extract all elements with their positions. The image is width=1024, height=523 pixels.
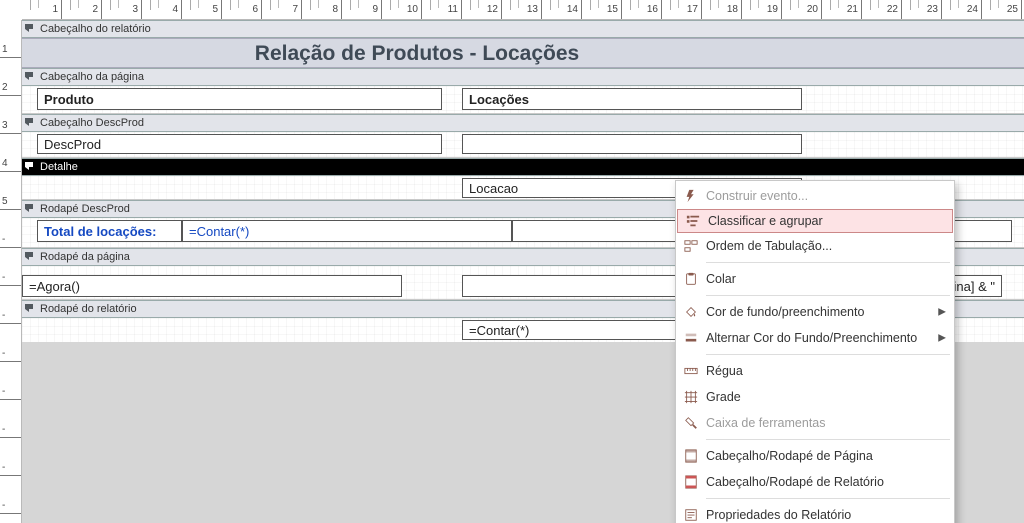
lightning-icon [676,189,706,203]
menu-ruler[interactable]: Régua [676,358,954,384]
paste-icon [676,272,706,286]
section-label: Rodapé da página [40,251,130,263]
section-marker-icon [24,251,36,263]
alt-bucket-icon [676,331,706,345]
submenu-arrow-icon: ▶ [938,333,946,344]
menu-alt-fill-color[interactable]: Alternar Cor do Fundo/Preenchimento ▶ [676,325,954,351]
ruler-icon [676,364,706,378]
report-hf-icon [676,475,706,489]
textbox-now[interactable]: =Agora() [22,275,402,297]
section-bar-detail[interactable]: Detalhe [22,158,1024,176]
section-label: Rodapé DescProd [40,203,130,215]
section-marker-icon [24,71,36,83]
menu-report-properties[interactable]: Propriedades do Relatório [676,502,954,523]
vertical-ruler[interactable]: 12345-------- [0,20,22,523]
submenu-arrow-icon: ▶ [938,307,946,318]
menu-item-label: Cabeçalho/Rodapé de Relatório [706,475,884,489]
menu-paste[interactable]: Colar [676,266,954,292]
section-bar-page-header[interactable]: Cabeçalho da página [22,68,1024,86]
section-label: Detalhe [40,161,78,173]
section-marker-icon [24,117,36,129]
menu-page-header-footer[interactable]: Cabeçalho/Rodapé de Página [676,443,954,469]
menu-build-event: Construir evento... [676,183,954,209]
label-product[interactable]: Produto [37,88,442,110]
menu-fill-color[interactable]: Cor de fundo/preenchimento ▶ [676,299,954,325]
menu-tab-order[interactable]: Ordem de Tabulação... [676,233,954,259]
menu-item-label: Ordem de Tabulação... [706,239,832,253]
section-label: Cabeçalho do relatório [40,23,151,35]
section-marker-icon [24,161,36,173]
horizontal-ruler[interactable]: 1234567891011121314151617181920212223242… [22,0,1024,20]
section-bar-group-header[interactable]: Cabeçalho DescProd [22,114,1024,132]
grid-icon [676,390,706,404]
section-marker-icon [24,23,36,35]
section-marker-icon [24,203,36,215]
section-label: Cabeçalho da página [40,71,144,83]
menu-grid[interactable]: Grade [676,384,954,410]
menu-item-label: Alternar Cor do Fundo/Preenchimento [706,331,917,345]
section-bar-report-header[interactable]: Cabeçalho do relatório [22,20,1024,38]
menu-toolbox: Caixa de ferramentas [676,410,954,436]
toolbox-icon [676,416,706,430]
menu-item-label: Caixa de ferramentas [706,416,826,430]
label-total-locacoes[interactable]: Total de locações: [37,220,182,242]
section-marker-icon [24,303,36,315]
section-label: Rodapé do relatório [40,303,137,315]
menu-item-label: Classificar e agrupar [708,214,823,228]
section-label: Cabeçalho DescProd [40,117,144,129]
menu-item-label: Propriedades do Relatório [706,508,851,522]
report-properties-icon [676,508,706,522]
band-page-header[interactable]: Produto Locações [22,86,1024,114]
band-group-header[interactable]: DescProd [22,132,1024,158]
textbox-descprod[interactable]: DescProd [37,134,442,154]
menu-item-label: Construir evento... [706,189,808,203]
textbox-contar-group[interactable]: =Contar(*) [182,220,512,242]
menu-item-label: Cor de fundo/preenchimento [706,305,864,319]
page-hf-icon [676,449,706,463]
menu-item-label: Colar [706,272,736,286]
menu-item-label: Régua [706,364,743,378]
sort-group-icon [678,214,708,228]
menu-item-label: Cabeçalho/Rodapé de Página [706,449,873,463]
report-title-label[interactable]: Relação de Produtos - Locações [32,39,802,69]
menu-sort-group[interactable]: Classificar e agrupar [677,209,953,233]
textbox-empty-group-header[interactable] [462,134,802,154]
bucket-icon [676,305,706,319]
menu-item-label: Grade [706,390,741,404]
menu-report-header-footer[interactable]: Cabeçalho/Rodapé de Relatório [676,469,954,495]
context-menu: Construir evento... Classificar e agrupa… [675,180,955,523]
label-locations[interactable]: Locações [462,88,802,110]
band-report-header[interactable]: Relação de Produtos - Locações [22,38,1024,68]
tab-order-icon [676,239,706,253]
